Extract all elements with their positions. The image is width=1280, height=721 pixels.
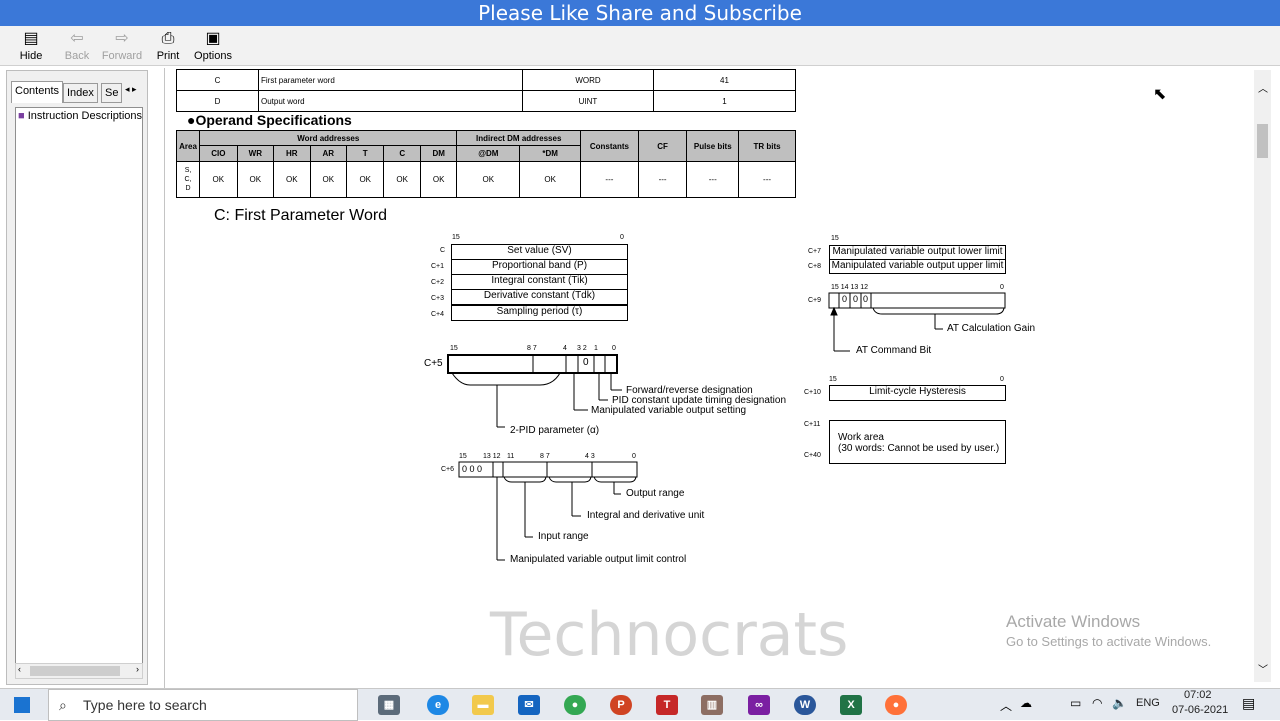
cloud-icon[interactable]: ☁: [1020, 696, 1032, 710]
word-address: C+5: [424, 358, 443, 369]
word-field: Derivative constant (Tdk): [451, 289, 628, 305]
field-label: AT Command Bit: [856, 345, 932, 356]
word-field: Manipulated variable output lower limit: [829, 245, 1006, 260]
task-view-icon[interactable]: ▦: [378, 695, 400, 715]
field-label: Integral and derivative unit: [587, 510, 705, 521]
clock-date[interactable]: 07-06-2021: [1172, 704, 1228, 716]
word-icon[interactable]: W: [794, 695, 816, 715]
bit-label: 0: [1000, 376, 1004, 383]
mail-icon[interactable]: ✉: [518, 695, 540, 715]
battery-icon[interactable]: ▭: [1070, 696, 1081, 710]
word-address: C+1: [431, 263, 445, 270]
bit-value: 0: [853, 294, 859, 304]
scroll-down-icon[interactable]: ﹀: [1258, 661, 1268, 676]
search-icon: ⌕: [59, 697, 67, 713]
word-address: C+10: [804, 389, 821, 396]
word-address: C+6: [441, 466, 455, 473]
scroll-up-icon[interactable]: ︿: [1258, 80, 1268, 95]
bit-label: 15: [450, 345, 458, 352]
mouse-cursor-icon: ⬉: [1153, 86, 1167, 103]
bit-label: 0: [1000, 284, 1004, 291]
bit-label: 1: [594, 345, 598, 352]
activate-windows-subtitle: Go to Settings to activate Windows.: [1006, 634, 1212, 649]
cx-programmer-icon[interactable]: ▥: [701, 695, 723, 715]
word-field: Proportional band (P): [451, 259, 628, 275]
field-label: Manipulated variable output setting: [591, 405, 747, 416]
field-label: 2-PID parameter (α): [510, 425, 600, 436]
bit-label: 15: [452, 234, 460, 241]
word-field: Manipulated variable output upper limit: [829, 259, 1006, 274]
bit-label: 0: [612, 345, 616, 352]
bit-label: 15: [829, 376, 837, 383]
bit-label: 3 2: [577, 345, 587, 352]
tray-chevron-icon[interactable]: ︿: [1000, 697, 1012, 714]
word-address: C+40: [804, 452, 821, 459]
bit-label: 0: [632, 453, 636, 460]
firefox-icon[interactable]: ●: [885, 695, 907, 715]
word-address: C+3: [431, 295, 445, 302]
scroll-thumb[interactable]: [1257, 124, 1268, 158]
bit-label: 11: [507, 453, 515, 460]
bit-value: 0: [863, 294, 869, 304]
word-address: C: [440, 247, 446, 254]
excel-icon[interactable]: X: [840, 695, 862, 715]
word-address: C+2: [431, 279, 445, 286]
taskbar-search-input[interactable]: ⌕ Type here to search: [48, 689, 358, 721]
visual-studio-icon[interactable]: ∞: [748, 695, 770, 715]
bit-label: 15: [459, 453, 467, 460]
word-address: C+11: [804, 421, 821, 428]
field-label: Input range: [538, 531, 589, 542]
work-area-note: (30 words: Cannot be used by user.): [838, 443, 1000, 454]
bit-label: 15: [831, 235, 839, 242]
word-field: Limit-cycle Hysteresis: [829, 385, 1006, 401]
app-icon[interactable]: T: [656, 695, 678, 715]
word-field: Set value (SV): [451, 244, 628, 260]
channel-watermark: Technocrats: [490, 600, 849, 670]
word-address: C+4: [431, 311, 445, 318]
bit-value: 0: [583, 357, 589, 368]
field-label: Manipulated variable output limit contro…: [510, 554, 687, 565]
bit-label: 0: [620, 234, 624, 241]
chrome-icon[interactable]: ●: [564, 695, 586, 715]
word-field: Sampling period (τ): [451, 305, 628, 321]
wifi-icon[interactable]: ◠: [1092, 696, 1102, 710]
word-address: C+7: [808, 248, 822, 255]
word-address: C+8: [808, 263, 822, 270]
work-area-box: Work area (30 words: Cannot be used by u…: [829, 420, 1006, 464]
volume-icon[interactable]: 🔈: [1112, 696, 1127, 710]
field-label: AT Calculation Gain: [947, 323, 1036, 334]
powerpoint-icon[interactable]: P: [610, 695, 632, 715]
windows-start-icon[interactable]: [14, 697, 30, 713]
vertical-scrollbar[interactable]: ︿ ﹀: [1254, 70, 1271, 682]
bit-value: 0 0 0: [462, 464, 483, 474]
field-label: Output range: [626, 488, 685, 499]
clock-time[interactable]: 07:02: [1184, 689, 1212, 701]
bit-value: 0: [842, 294, 848, 304]
windows-taskbar: ⌕ Type here to search ▦ e ▬ ✉ ● P T ▥ ∞ …: [0, 688, 1280, 721]
word-field: Integral constant (Tik): [451, 274, 628, 290]
bit-label: 4: [563, 345, 567, 352]
word-address: C+9: [808, 297, 822, 304]
file-explorer-icon[interactable]: ▬: [472, 695, 494, 715]
activate-windows-title: Activate Windows: [1006, 612, 1141, 631]
bit-label: 4 3: [585, 453, 595, 460]
bit-label: 8 7: [527, 345, 537, 352]
bit-label: 13 12: [483, 453, 501, 460]
notification-icon[interactable]: ▤: [1242, 695, 1255, 712]
bit-label: 15 14 13 12: [831, 284, 868, 291]
edge-icon[interactable]: e: [427, 695, 449, 715]
language-indicator[interactable]: ENG: [1136, 697, 1160, 709]
work-area-label: Work area: [838, 432, 884, 443]
bit-label: 8 7: [540, 453, 550, 460]
